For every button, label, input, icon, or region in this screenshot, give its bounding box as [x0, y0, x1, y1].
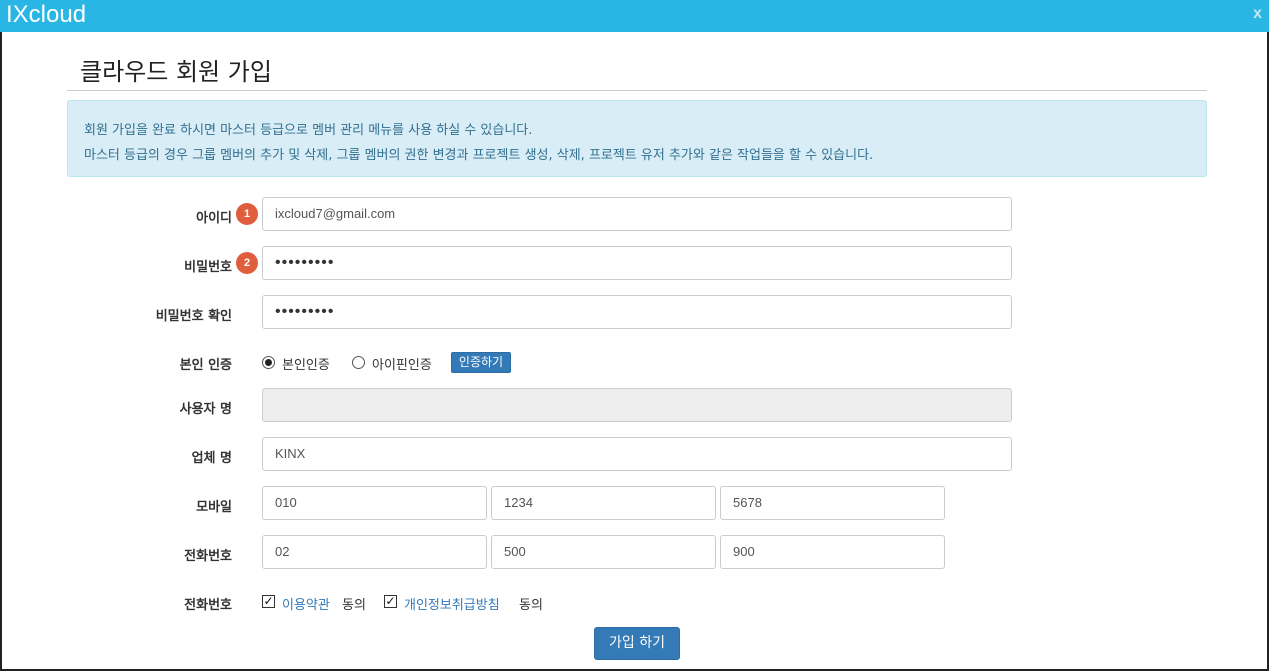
close-icon[interactable]: x [1253, 5, 1262, 23]
mobile-label: 모바일 [196, 500, 232, 515]
mobile-input-2[interactable]: 1234 [491, 486, 716, 520]
step-badge-1: 1 [236, 203, 258, 225]
info-alert: 회원 가입을 완료 하시면 마스터 등급으로 멤버 관리 메뉴를 사용 하실 수… [67, 100, 1207, 177]
phone-input-2[interactable]: 500 [491, 535, 716, 569]
id-label: 아이디 [196, 211, 232, 226]
brand-logo: IXcloud [6, 1, 87, 28]
title-bar: IXcloud x [0, 0, 1269, 32]
step-badge-2: 2 [236, 252, 258, 274]
company-label: 업체 명 [191, 451, 232, 466]
terms-checkbox[interactable]: ✓ [262, 595, 275, 608]
phone-label: 전화번호 [184, 549, 232, 564]
title-divider [67, 90, 1207, 91]
id-input[interactable]: ixcloud7@gmail.com [262, 197, 1012, 231]
verify-label: 본인 인증 [179, 358, 232, 373]
privacy-checkbox[interactable]: ✓ [384, 595, 397, 608]
username-label: 사용자 명 [179, 402, 232, 417]
password-confirm-input[interactable]: ••••••••• [262, 295, 1012, 329]
username-input[interactable] [262, 388, 1012, 422]
terms-suffix: 동의 [342, 598, 366, 613]
signup-button[interactable]: 가입 하기 [594, 627, 680, 660]
password-confirm-label: 비밀번호 확인 [155, 309, 232, 324]
alert-line-1: 회원 가입을 완료 하시면 마스터 등급으로 멤버 관리 메뉴를 사용 하실 수… [84, 123, 533, 138]
radio-ipin-verify[interactable] [352, 356, 365, 369]
radio-self-verify[interactable] [262, 356, 275, 369]
radio-ipin-verify-label: 아이핀인증 [372, 358, 432, 373]
mobile-input-3[interactable]: 5678 [720, 486, 945, 520]
password-label: 비밀번호 [184, 260, 232, 275]
privacy-link[interactable]: 개인정보취급방침 [404, 594, 500, 613]
agreements-label: 전화번호 [184, 598, 232, 613]
radio-self-verify-label: 본인인증 [282, 358, 330, 373]
company-input[interactable]: KINX [262, 437, 1012, 471]
alert-line-2: 마스터 등급의 경우 그룹 멤버의 추가 및 삭제, 그룹 멤버의 권한 변경과… [84, 148, 874, 163]
password-input[interactable]: ••••••••• [262, 246, 1012, 280]
phone-input-1[interactable]: 02 [262, 535, 487, 569]
verify-button[interactable]: 인증하기 [451, 352, 511, 373]
privacy-suffix: 동의 [519, 598, 543, 613]
phone-input-3[interactable]: 900 [720, 535, 945, 569]
page-title: 클라우드 회원 가입 [80, 58, 272, 86]
mobile-input-1[interactable]: 010 [262, 486, 487, 520]
terms-link[interactable]: 이용약관 [282, 594, 330, 613]
